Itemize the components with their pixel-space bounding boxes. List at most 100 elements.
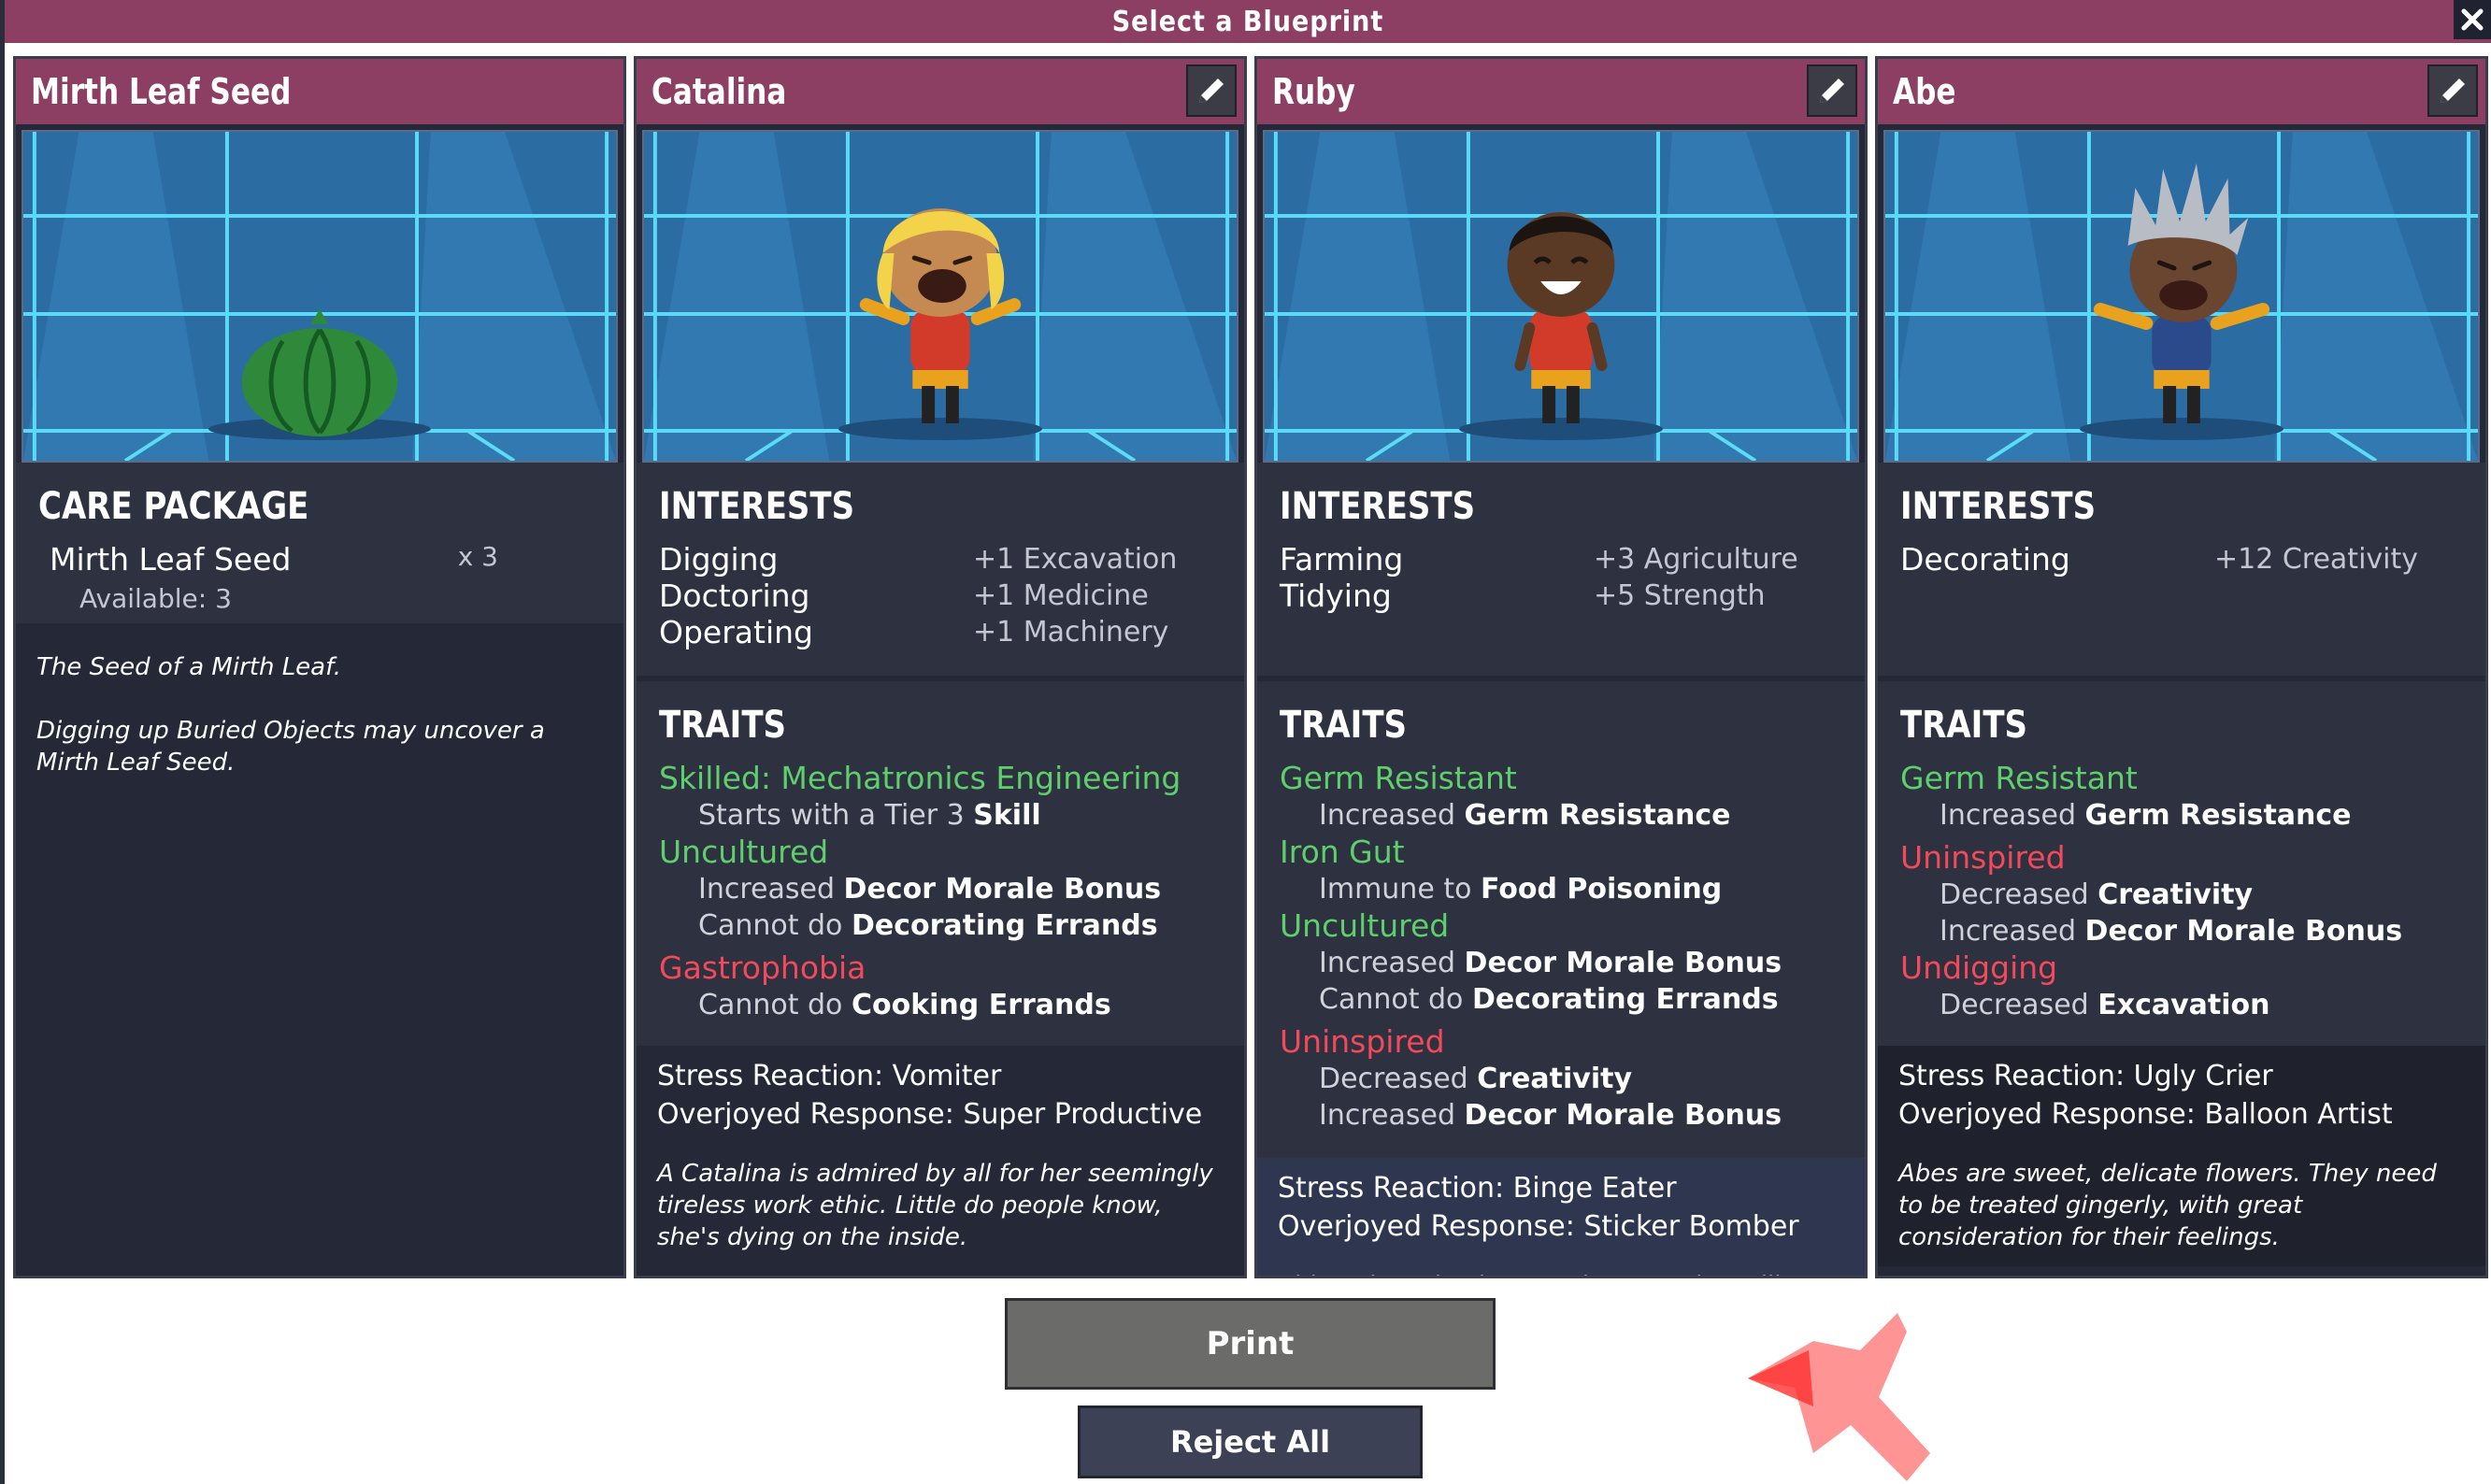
trait-name: Iron Gut	[1280, 834, 1405, 870]
trait-name: Uncultured	[1280, 907, 1450, 944]
flavor-text: A Catalina is admired by all for her see…	[657, 1160, 1213, 1251]
pencil-icon	[2441, 78, 2465, 103]
interests-section: INTERESTS Decorating +12 Creativity	[1878, 463, 2485, 676]
trait-effect: Cannot do Decorating Errands	[1319, 983, 1779, 1016]
rename-button[interactable]	[1807, 64, 1857, 117]
rename-button[interactable]	[1186, 64, 1237, 117]
traits-section: TRAITS Germ Resistant Increased Germ Res…	[1257, 681, 1865, 1158]
interest-name: Tidying	[1280, 578, 1392, 614]
card-header: Ruby	[1257, 59, 1865, 124]
stress-reaction: Stress Reaction: Vomiter	[657, 1060, 1002, 1092]
interest-bonus: +1 Medicine	[973, 579, 1149, 612]
interests-section: INTERESTS Digging +1 Excavation Doctorin…	[637, 463, 1244, 676]
trait-name: Uncultured	[659, 834, 829, 870]
item-name: Mirth Leaf Seed	[50, 541, 292, 578]
stress-info: Stress Reaction: Vomiter Overjoyed Respo…	[637, 1046, 1244, 1145]
interests-section: INTERESTS Farming +3 Agriculture Tidying…	[1257, 463, 1865, 676]
interest-bonus: +1 Machinery	[973, 616, 1169, 649]
pencil-icon	[1820, 78, 1844, 103]
card-header: Mirth Leaf Seed	[16, 59, 623, 124]
interest-bonus: +1 Excavation	[973, 543, 1178, 576]
interest-row: Decorating +12 Creativity	[1900, 541, 2463, 578]
trait-effect: Decreased Excavation	[1940, 989, 2270, 1021]
section-title: TRAITS	[1900, 704, 2028, 747]
card-title: Abe	[1893, 71, 1956, 112]
window-left-edge	[0, 0, 5, 1484]
item-description: The Seed of a Mirth Leaf. Digging up Bur…	[16, 623, 623, 792]
rename-button[interactable]	[2427, 64, 2478, 117]
interest-bonus: +3 Agriculture	[1594, 543, 1798, 576]
stress-info: Stress Reaction: Ugly Crier Overjoyed Re…	[1878, 1046, 2485, 1145]
trait-effect: Increased Decor Morale Bonus	[1319, 947, 1782, 979]
section-title: INTERESTS	[1280, 485, 1476, 528]
section-title: CARE PACKAGE	[38, 485, 309, 528]
trait-effect: Starts with a Tier 3 Skill	[698, 799, 1041, 832]
stress-reaction: Stress Reaction: Ugly Crier	[1898, 1060, 2273, 1092]
trait-effect: Immune to Food Poisoning	[1319, 873, 1723, 906]
interest-name: Decorating	[1900, 541, 2070, 578]
flavor-text: Abes are sweet, delicate flowers. They n…	[1878, 1145, 2485, 1266]
item-available: Available: 3	[79, 583, 232, 614]
window-titlebar: Select a Blueprint	[5, 0, 2491, 43]
traits-section: TRAITS Germ Resistant Increased Germ Res…	[1878, 681, 2485, 1046]
trait-name: Uninspired	[1900, 839, 2066, 876]
close-button[interactable]	[2454, 0, 2491, 39]
duplicant-card-abe[interactable]: Abe INTERESTS Decorating +12 Creativity …	[1875, 56, 2488, 1278]
card-header: Abe	[1878, 59, 2485, 124]
interest-row: Farming +3 Agriculture	[1280, 541, 1842, 578]
trait-effect: Cannot do Cooking Errands	[698, 989, 1111, 1021]
duplicant-portrait	[1263, 130, 1859, 463]
trait-effect: Increased Decor Morale Bonus	[1319, 1099, 1782, 1132]
interest-name: Digging	[659, 541, 779, 578]
interest-name: Farming	[1280, 541, 1404, 578]
window-title: Select a Blueprint	[1111, 5, 1384, 38]
description-line: The Seed of a Mirth Leaf.	[36, 653, 342, 681]
trait-effect: Increased Decor Morale Bonus	[1940, 915, 2403, 948]
interest-name: Operating	[659, 614, 813, 650]
care-package-card[interactable]: Mirth Leaf Seed CARE PACKAGE Mirth Leaf …	[13, 56, 626, 1278]
flavor-text: This Ruby asks the pressing questions, l…	[1257, 1257, 1865, 1276]
section-title: TRAITS	[659, 704, 787, 747]
trait-effect: Decreased Creativity	[1940, 878, 2253, 911]
overjoyed-response: Overjoyed Response: Balloon Artist	[1898, 1098, 2393, 1131]
trait-name: Gastrophobia	[659, 949, 866, 986]
interest-row: Operating +1 Machinery	[659, 614, 1222, 650]
trait-effect: Increased Germ Resistance	[1940, 799, 2352, 832]
card-header: Catalina	[637, 59, 1244, 124]
duplicant-card-catalina[interactable]: Catalina INTERESTS Digging +1 Excavation…	[634, 56, 1247, 1278]
trait-name: Skilled: Mechatronics Engineering	[659, 760, 1181, 796]
trait-effect: Decreased Creativity	[1319, 1063, 1632, 1095]
item-quantity: x 3	[457, 541, 498, 572]
card-title: Ruby	[1272, 71, 1355, 112]
care-package-section: CARE PACKAGE Mirth Leaf Seed x 3 Availab…	[16, 463, 623, 623]
section-title: INTERESTS	[659, 485, 855, 528]
trait-name: Germ Resistant	[1900, 760, 2138, 796]
annotation-arrow-icon	[1748, 1313, 1930, 1481]
trait-name: Undigging	[1900, 949, 2058, 986]
interest-row: Doctoring +1 Medicine	[659, 578, 1222, 614]
trait-name: Uninspired	[1280, 1023, 1445, 1060]
stress-reaction: Stress Reaction: Binge Eater	[1278, 1172, 1677, 1205]
card-title: Mirth Leaf Seed	[31, 71, 292, 112]
duplicant-portrait	[1883, 130, 2480, 463]
interest-bonus: +5 Strength	[1594, 579, 1766, 612]
overjoyed-response: Overjoyed Response: Sticker Bomber	[1278, 1210, 1799, 1243]
description-line: Digging up Buried Objects may uncover a …	[36, 717, 545, 777]
reject-all-button[interactable]: Reject All	[1078, 1406, 1423, 1478]
traits-section: TRAITS Skilled: Mechatronics Engineering…	[637, 681, 1244, 1046]
interest-name: Doctoring	[659, 578, 810, 614]
duplicant-card-ruby[interactable]: Ruby INTERESTS Farming +3 Agriculture Ti…	[1254, 56, 1868, 1278]
interest-row: Digging +1 Excavation	[659, 541, 1222, 578]
interest-row: Tidying +5 Strength	[1280, 578, 1842, 614]
stress-info: Stress Reaction: Binge Eater Overjoyed R…	[1257, 1158, 1865, 1257]
item-portrait	[21, 130, 618, 463]
close-icon	[2461, 8, 2484, 31]
care-package-item: Mirth Leaf Seed x 3	[38, 541, 601, 578]
print-button[interactable]: Print	[1005, 1298, 1496, 1390]
trait-effect: Increased Germ Resistance	[1319, 799, 1731, 832]
interest-bonus: +12 Creativity	[2214, 543, 2419, 576]
trait-effect: Increased Decor Morale Bonus	[698, 873, 1162, 906]
pencil-icon	[1199, 78, 1224, 103]
trait-name: Germ Resistant	[1280, 760, 1517, 796]
overjoyed-response: Overjoyed Response: Super Productive	[657, 1098, 1203, 1131]
